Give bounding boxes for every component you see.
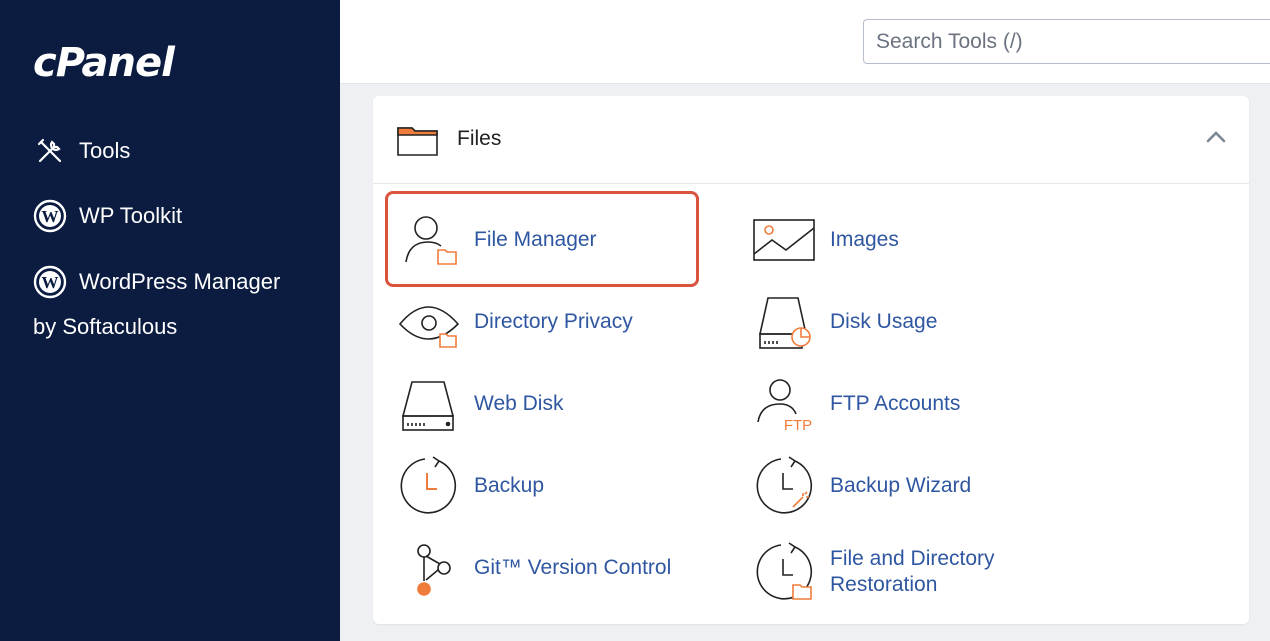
svg-text:W: W	[42, 273, 59, 292]
files-panel-header[interactable]: Files	[373, 96, 1249, 184]
wordpress-icon: W	[33, 199, 67, 233]
clock-icon	[396, 454, 460, 518]
tool-label: Backup Wizard	[830, 474, 972, 497]
user-folder-icon	[396, 208, 460, 272]
sidebar-item-label: WordPress Manager	[79, 269, 281, 294]
tool-label: FTP Accounts	[830, 392, 961, 415]
top-header	[340, 0, 1270, 84]
tool-label: Web Disk	[474, 392, 564, 415]
panel-title: Files	[457, 127, 502, 150]
user-ftp-icon: FTP	[752, 372, 816, 436]
tool-label: Backup	[474, 474, 545, 497]
tool-ftp-accounts[interactable]: FTP FTP Accounts	[752, 372, 960, 436]
tool-label: Images	[830, 228, 899, 251]
tool-label-line1: File and Directory	[830, 547, 995, 570]
sidebar-item-sublabel[interactable]: by Softaculous	[33, 314, 177, 340]
sidebar-item-wordpress-manager[interactable]: W WordPress Manager	[33, 265, 280, 299]
tool-backup[interactable]: Backup	[396, 454, 544, 518]
clock-wand-icon	[752, 454, 816, 518]
wordpress-icon: W	[33, 265, 67, 299]
sidebar-item-wp-toolkit[interactable]: W WP Toolkit	[33, 199, 182, 233]
cpanel-logo[interactable]: cPanel	[33, 40, 175, 86]
svg-text:FTP: FTP	[784, 417, 812, 434]
clock-folder-icon	[752, 540, 816, 604]
disk-pie-icon	[752, 290, 816, 354]
sidebar-item-label: Tools	[79, 138, 131, 163]
tool-file-manager[interactable]: File Manager	[396, 208, 597, 272]
tool-label: Disk Usage	[830, 310, 938, 333]
sidebar-item-label: WP Toolkit	[79, 203, 183, 228]
tool-backup-wizard[interactable]: Backup Wizard	[752, 454, 971, 518]
tools-icon	[33, 134, 67, 168]
tool-images[interactable]: Images	[752, 208, 899, 272]
image-icon	[752, 208, 816, 272]
tool-disk-usage[interactable]: Disk Usage	[752, 290, 937, 354]
tool-web-disk[interactable]: Web Disk	[396, 372, 563, 436]
tool-label: File and Directory Restoration	[830, 546, 995, 598]
sidebar: cPanel Tools W WP Toolkit W WordPress Ma…	[0, 0, 340, 641]
tool-label: File Manager	[474, 228, 597, 251]
tool-label: Directory Privacy	[474, 310, 633, 333]
git-icon	[396, 536, 460, 600]
folder-icon	[397, 124, 439, 161]
svg-text:W: W	[42, 207, 59, 226]
tool-git-version-control[interactable]: Git™ Version Control	[396, 536, 671, 600]
sidebar-item-tools[interactable]: Tools	[33, 134, 130, 168]
tool-file-directory-restoration[interactable]: File and Directory Restoration	[752, 540, 995, 604]
tool-label-line2: Restoration	[830, 573, 938, 596]
drive-icon	[396, 372, 460, 436]
tool-label: Git™ Version Control	[474, 556, 672, 579]
search-input[interactable]	[863, 19, 1270, 64]
eye-folder-icon	[396, 290, 460, 354]
tool-directory-privacy[interactable]: Directory Privacy	[396, 290, 633, 354]
chevron-up-icon[interactable]	[1205, 128, 1227, 151]
